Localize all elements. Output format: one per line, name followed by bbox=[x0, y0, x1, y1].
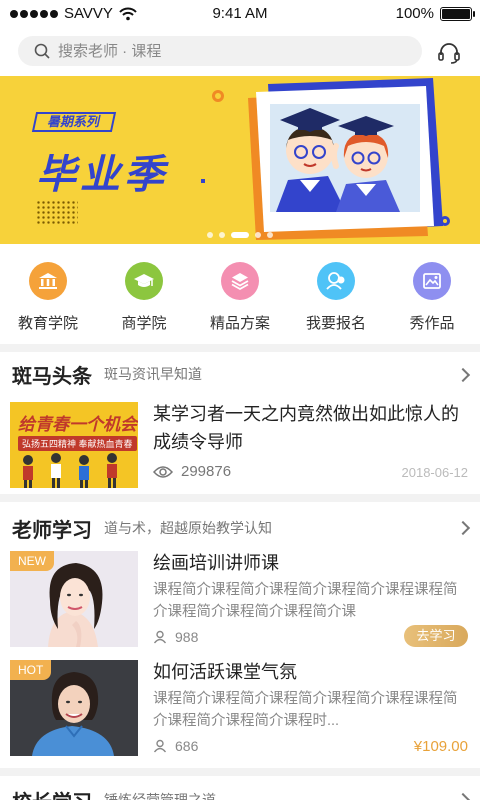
course-title: 如何活跃课堂气氛 bbox=[153, 662, 297, 682]
section-subtitle: 道与术，超越原始教学认知 bbox=[104, 520, 272, 536]
principal-section: 校长学习 锤炼经营管理之道 bbox=[0, 776, 480, 800]
carousel-indicator[interactable] bbox=[0, 232, 480, 238]
hot-badge: HOT bbox=[10, 660, 52, 680]
thumb-subtitle: 弘扬五四精神 奉献热血青春 bbox=[18, 436, 137, 451]
news-thumbnail[interactable]: 给青春一个机会 弘扬五四精神 奉献热血青春 bbox=[10, 402, 138, 488]
section-title: 斑马头条 bbox=[12, 365, 92, 388]
quick-item-label: 教育学院 bbox=[17, 315, 78, 332]
new-badge: NEW bbox=[10, 551, 54, 571]
course-description: 课程简介课程简介课程简介课程简介课程课程简介课程简介课程简介课程简介课 bbox=[153, 582, 458, 620]
ring-decoration bbox=[212, 90, 224, 102]
search-icon bbox=[34, 43, 50, 59]
carousel-dot[interactable] bbox=[207, 232, 213, 238]
course-thumbnail: NEW bbox=[10, 551, 138, 647]
quick-item-label: 秀作品 bbox=[409, 315, 455, 332]
people-illustration bbox=[23, 453, 117, 488]
user-icon bbox=[153, 739, 167, 753]
chevron-right-icon[interactable] bbox=[455, 792, 471, 800]
news-section: 斑马头条 斑马资讯早知道 给青春一个机会 弘扬五四精神 奉献热血青春 某学习者一… bbox=[0, 352, 480, 494]
chevron-right-icon[interactable] bbox=[455, 520, 471, 536]
search-box[interactable] bbox=[18, 36, 422, 66]
chat-users-icon bbox=[317, 262, 355, 300]
headset-icon[interactable] bbox=[436, 40, 462, 66]
course-thumbnail: HOT bbox=[10, 660, 138, 756]
course-students: 686 bbox=[153, 738, 198, 754]
quick-item-showcase[interactable]: 秀作品 bbox=[384, 244, 480, 344]
section-header[interactable]: 老师学习 道与术，超越原始教学认知 bbox=[12, 508, 272, 548]
students-count: 686 bbox=[175, 738, 199, 754]
course-item[interactable]: HOT 如何活跃课堂气氛 课程简介课程简介课程简介课程简介课程课程简介课程简介课… bbox=[0, 660, 480, 758]
section-subtitle: 斑马资讯早知道 bbox=[104, 366, 202, 382]
course-item[interactable]: NEW 绘画培训讲师课 课程简介课程简介课程简介课程简介课程课程简介课程简介课程… bbox=[0, 551, 480, 649]
quick-item-label: 商学院 bbox=[121, 315, 167, 332]
quick-item-label: 精品方案 bbox=[209, 315, 270, 332]
carousel-dot[interactable] bbox=[255, 232, 261, 238]
go-study-button[interactable]: 去学习 bbox=[404, 625, 468, 647]
students-count: 988 bbox=[175, 629, 199, 645]
picture-icon bbox=[413, 262, 451, 300]
course-students: 988 bbox=[153, 629, 198, 645]
teacher-section: 老师学习 道与术，超越原始教学认知 NEW 绘画培训讲师课 课程简介课程简介课程… bbox=[0, 502, 480, 768]
search-input[interactable] bbox=[58, 42, 378, 60]
section-title: 校长学习 bbox=[12, 786, 92, 800]
thumb-title: 给青春一个机会 bbox=[18, 415, 137, 434]
quick-item-education[interactable]: 教育学院 bbox=[0, 244, 96, 344]
course-price: ¥109.00 bbox=[413, 738, 468, 755]
chevron-right-icon[interactable] bbox=[455, 367, 471, 383]
graduation-cap-icon bbox=[125, 262, 163, 300]
quick-item-label: 我要报名 bbox=[305, 315, 366, 332]
graduates-illustration bbox=[248, 78, 443, 240]
news-title[interactable]: 某学习者一天之内竟然做出如此惊人的成绩令导师 bbox=[153, 400, 471, 456]
banner-dot bbox=[201, 179, 205, 183]
eye-icon bbox=[153, 465, 173, 478]
carousel-dot-active[interactable] bbox=[231, 232, 249, 238]
user-icon bbox=[153, 630, 167, 644]
search-bar bbox=[0, 28, 480, 76]
course-description: 课程简介课程简介课程简介课程简介课程课程简介课程简介课程简介课程时... bbox=[153, 691, 458, 729]
carousel-dot[interactable] bbox=[267, 232, 273, 238]
carousel-dot[interactable] bbox=[219, 232, 225, 238]
course-title: 绘画培训讲师课 bbox=[153, 553, 279, 573]
section-title: 老师学习 bbox=[12, 519, 92, 542]
views-count: 299876 bbox=[181, 463, 232, 480]
dot-pattern bbox=[36, 200, 78, 224]
section-header[interactable]: 斑马头条 斑马资讯早知道 bbox=[12, 354, 202, 394]
section-header[interactable]: 校长学习 锤炼经营管理之道 bbox=[12, 780, 216, 800]
battery-icon bbox=[440, 6, 475, 21]
building-icon bbox=[29, 262, 67, 300]
section-subtitle: 锤炼经营管理之道 bbox=[104, 792, 216, 800]
status-bar: SAVVY 9:41 AM 100% bbox=[0, 0, 480, 28]
banner-tag: 暑期系列 bbox=[31, 112, 117, 132]
news-views: 299876 bbox=[153, 463, 231, 480]
promo-banner[interactable]: 暑期系列 毕业季 bbox=[0, 76, 480, 244]
news-date: 2018-06-12 bbox=[401, 465, 469, 480]
quick-item-signup[interactable]: 我要报名 bbox=[288, 244, 384, 344]
quick-item-solutions[interactable]: 精品方案 bbox=[192, 244, 288, 344]
battery-percent: 100% bbox=[395, 5, 434, 22]
status-right: 100% bbox=[395, 5, 475, 22]
layers-icon bbox=[221, 262, 259, 300]
quick-menu: 教育学院 商学院 精品方案 我要报名 秀作品 bbox=[0, 244, 480, 344]
banner-title: 毕业季 bbox=[36, 153, 168, 197]
quick-item-business[interactable]: 商学院 bbox=[96, 244, 192, 344]
